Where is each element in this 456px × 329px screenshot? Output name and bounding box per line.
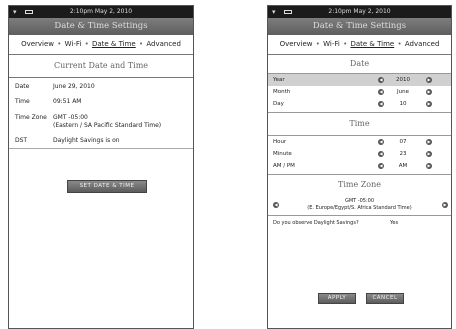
tab-advanced[interactable]: Advanced — [146, 40, 181, 48]
month-row[interactable]: Month ◀ June ▶ — [268, 86, 451, 98]
tab-date-time[interactable]: Date & Time — [92, 40, 136, 48]
dst-value: Daylight Savings is on — [53, 137, 120, 144]
tab-date-time[interactable]: Date & Time — [350, 40, 394, 48]
status-time: 2:10pm May 2, 2010 — [328, 8, 391, 15]
dst-label: DST — [15, 137, 28, 144]
chevron-right-icon[interactable]: ▶ — [426, 101, 432, 107]
day-row[interactable]: Day ◀ 10 ▶ — [268, 98, 451, 110]
settings-overview-screen: ▾ 2:10pm May 2, 2010 Date & Time Setting… — [8, 5, 194, 329]
time-label: Time — [15, 98, 30, 105]
day-label: Day — [273, 101, 284, 107]
chevron-left-icon[interactable]: ◀ — [273, 202, 279, 208]
month-value: June — [397, 89, 409, 95]
nav-separator: • — [315, 40, 320, 48]
timezone-name: (E. Europe/Egypt/S. Africa Standard Time… — [307, 205, 412, 211]
nav-separator: • — [138, 40, 144, 48]
timezone-value: GMT -05:00 — [53, 114, 88, 121]
date-section-title: Date — [268, 55, 451, 74]
date-value: June 29, 2010 — [53, 83, 95, 90]
battery-icon — [25, 10, 33, 14]
wifi-icon: ▾ — [272, 8, 276, 16]
wifi-icon: ▾ — [13, 8, 17, 16]
section-title: Current Date and Time — [9, 55, 193, 78]
chevron-left-icon[interactable]: ◀ — [378, 101, 384, 107]
chevron-left-icon[interactable]: ◀ — [378, 139, 384, 145]
chevron-right-icon[interactable]: ▶ — [442, 202, 448, 208]
tab-wifi[interactable]: Wi-Fi — [65, 40, 82, 48]
dst-answer[interactable]: Yes — [390, 216, 398, 230]
apply-button[interactable]: APPLY — [318, 293, 356, 304]
timezone-row: Time Zone GMT -05:00 (Eastern / SA Pacif… — [9, 110, 193, 134]
hour-value: 07 — [399, 139, 407, 145]
ampm-row[interactable]: AM / PM ◀ AM ▶ — [268, 160, 451, 172]
status-time: 2:10pm May 2, 2010 — [69, 8, 133, 15]
nav-separator: • — [397, 40, 402, 48]
timezone-label: Time Zone — [15, 114, 47, 121]
set-date-time-button[interactable]: SET DATE & TIME — [67, 180, 147, 193]
chevron-right-icon[interactable]: ▶ — [426, 89, 432, 95]
tab-advanced[interactable]: Advanced — [405, 40, 440, 48]
chevron-left-icon[interactable]: ◀ — [378, 77, 384, 83]
timezone-selector[interactable]: ◀ GMT -05:00 (E. Europe/Egypt/S. Africa … — [268, 195, 451, 216]
ampm-label: AM / PM — [273, 163, 295, 169]
chevron-right-icon[interactable]: ▶ — [426, 163, 432, 169]
dst-question: Do you observe Daylight Savings? — [273, 220, 359, 226]
chevron-left-icon[interactable]: ◀ — [378, 89, 384, 95]
nav-separator: • — [343, 40, 348, 48]
dst-row: DST Daylight Savings is on — [9, 134, 193, 149]
year-value: 2010 — [396, 77, 410, 83]
cancel-button[interactable]: CANCEL — [366, 293, 404, 304]
chevron-right-icon[interactable]: ▶ — [426, 139, 432, 145]
year-label: Year — [273, 77, 285, 83]
chevron-right-icon[interactable]: ▶ — [426, 151, 432, 157]
tab-wifi[interactable]: Wi-Fi — [323, 40, 340, 48]
month-label: Month — [273, 89, 291, 95]
battery-icon — [284, 10, 292, 14]
minute-value: 23 — [399, 151, 407, 157]
minute-label: Minute — [273, 151, 292, 157]
time-section-title: Time — [268, 112, 451, 136]
timezone-section-title: Time Zone — [268, 174, 451, 195]
day-value: 10 — [399, 101, 407, 107]
year-row[interactable]: Year ◀ 2010 ▶ — [268, 74, 451, 86]
tab-overview[interactable]: Overview — [21, 40, 54, 48]
tab-overview[interactable]: Overview — [280, 40, 313, 48]
settings-nav: Overview • Wi-Fi • Date & Time • Advance… — [268, 35, 451, 55]
nav-separator: • — [84, 40, 89, 48]
timezone-offset: GMT -05:00 — [344, 198, 375, 204]
settings-nav: Overview • Wi-Fi • Date & Time • Advance… — [9, 35, 193, 55]
page-title: Date & Time Settings — [9, 18, 193, 35]
time-value: 09:51 AM — [53, 98, 82, 105]
dst-question-row[interactable]: Do you observe Daylight Savings? Yes — [268, 216, 451, 230]
status-bar: ▾ 2:10pm May 2, 2010 — [268, 6, 451, 18]
minute-row[interactable]: Minute ◀ 23 ▶ — [268, 148, 451, 160]
chevron-left-icon[interactable]: ◀ — [378, 163, 384, 169]
page-title: Date & Time Settings — [268, 18, 451, 35]
date-label: Date — [15, 83, 30, 90]
timezone-value-detail: (Eastern / SA Pacific Standard Time) — [53, 122, 162, 129]
nav-separator: • — [57, 40, 62, 48]
ampm-value: AM — [398, 163, 408, 169]
chevron-right-icon[interactable]: ▶ — [426, 77, 432, 83]
hour-label: Hour — [273, 139, 287, 145]
time-row: Time 09:51 AM — [9, 94, 193, 110]
date-time-edit-screen: ▾ 2:10pm May 2, 2010 Date & Time Setting… — [267, 5, 452, 329]
chevron-left-icon[interactable]: ◀ — [378, 151, 384, 157]
date-row: Date June 29, 2010 — [9, 78, 193, 94]
status-bar: ▾ 2:10pm May 2, 2010 — [9, 6, 193, 18]
hour-row[interactable]: Hour ◀ 07 ▶ — [268, 136, 451, 148]
